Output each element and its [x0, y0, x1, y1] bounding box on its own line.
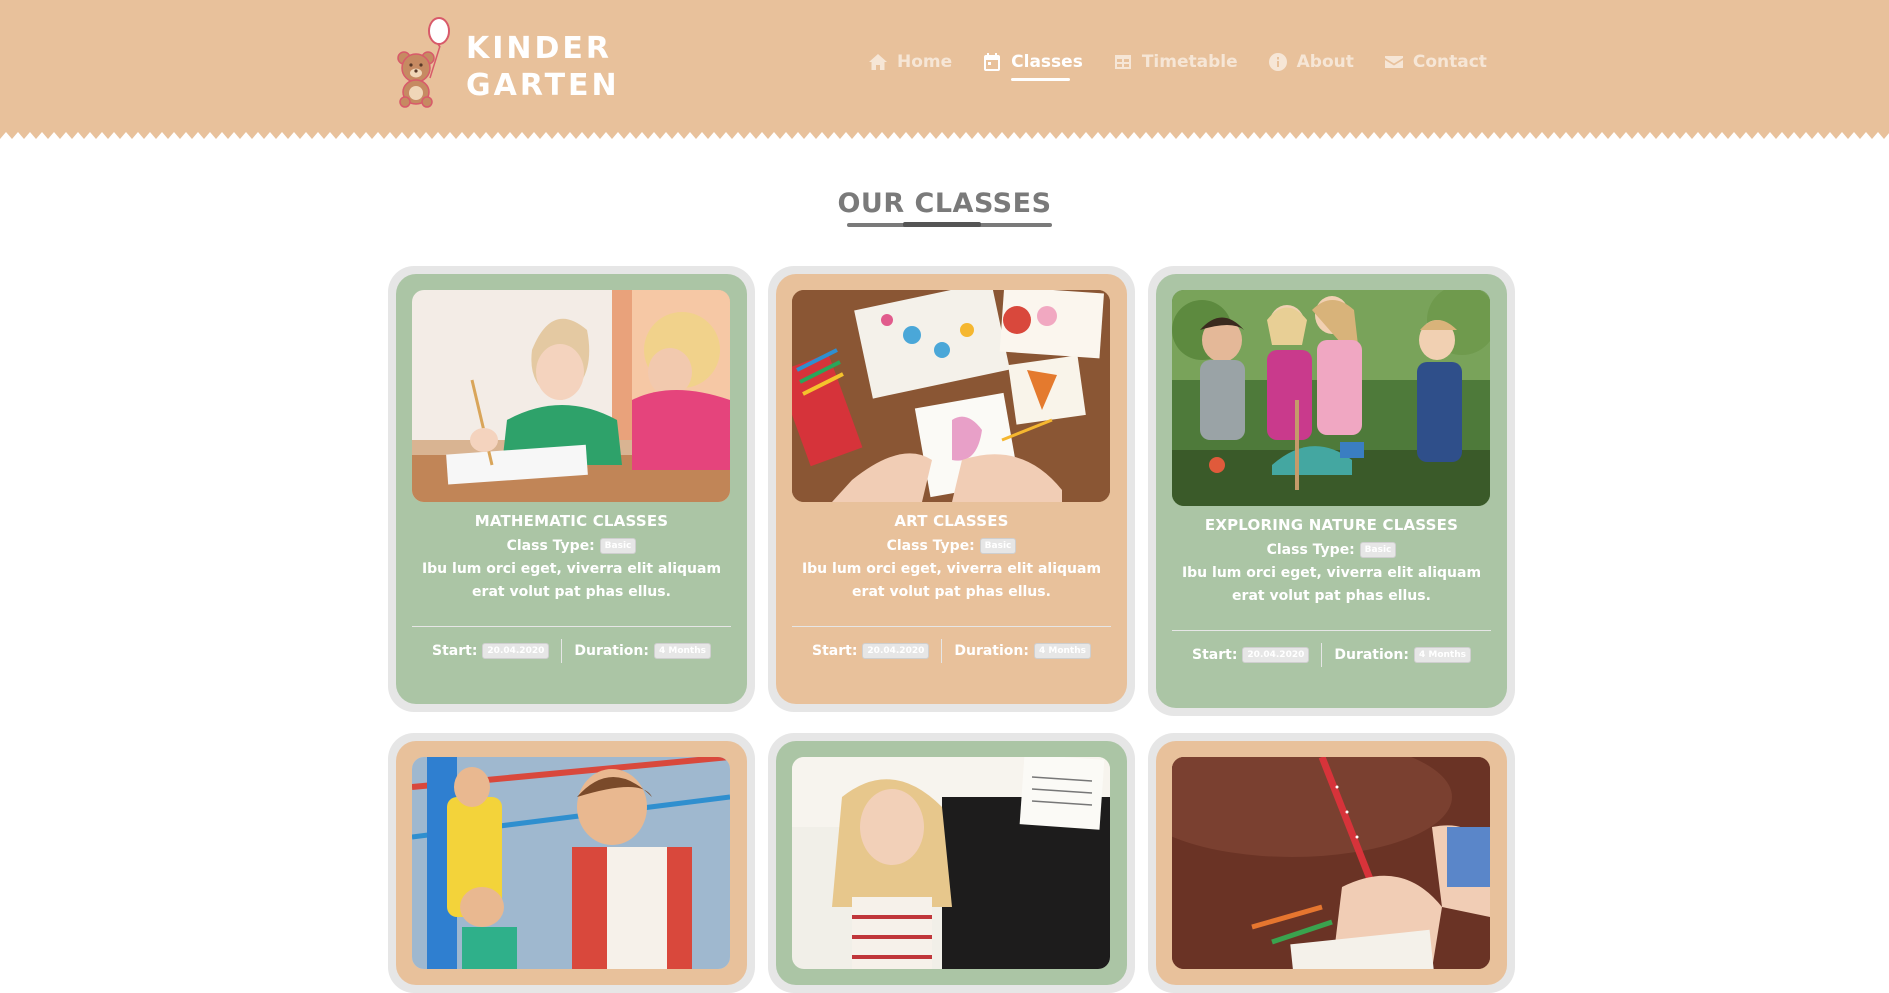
start-badge: 20.04.2020: [1242, 647, 1310, 663]
meta-separator: [1321, 643, 1323, 667]
page-title-text: OUR CLASSES: [837, 188, 1052, 219]
photo-girl-drawing-with-mother: [412, 290, 730, 502]
class-type-row: Class Type: Basic: [1172, 542, 1491, 558]
start-badge: 20.04.2020: [862, 643, 930, 659]
title-underline-accent: [903, 222, 982, 227]
photo-child-writing: [1172, 757, 1490, 969]
teddy-bear-balloon-icon: [397, 17, 450, 108]
duration-group: Duration: 4 Months: [1334, 647, 1471, 663]
duration-badge: 4 Months: [1413, 647, 1471, 663]
class-type-label: Class Type:: [506, 538, 595, 554]
card-title: MATHEMATIC CLASSES: [474, 512, 669, 530]
class-type-row: Class Type: Basic: [792, 538, 1111, 554]
card-meta: Start: 20.04.2020 Duration: 4 Months: [412, 639, 731, 663]
card-body: ART CLASSES Class Type: Basic Ibu lum or…: [776, 274, 1127, 704]
photo-child-coloring: [792, 290, 1110, 502]
calendar-icon: [984, 53, 1001, 71]
card-divider: [792, 626, 1111, 627]
start-label: Start:: [432, 643, 478, 659]
start-group: Start: 20.04.2020: [432, 643, 550, 659]
photo-girl-piano: [792, 757, 1110, 969]
class-card-4[interactable]: [388, 733, 755, 993]
class-photo-art: [792, 290, 1110, 502]
main-nav: Home Classes Timetable About Contact: [868, 48, 1487, 81]
meta-separator: [941, 639, 943, 663]
brand-name[interactable]: KINDER GARTEN: [466, 30, 620, 104]
class-type-badge: Basic: [599, 538, 637, 554]
class-photo-writing: [1172, 757, 1490, 969]
nav-classes[interactable]: Classes: [982, 52, 1083, 81]
nav-about-label: About: [1296, 52, 1354, 72]
class-card-art[interactable]: ART CLASSES Class Type: Basic Ibu lum or…: [768, 266, 1135, 712]
envelope-icon: [1384, 56, 1403, 68]
card-description: Ibu lum orci eget, viverra elit aliquam …: [1181, 565, 1482, 604]
class-type-badge: Basic: [979, 538, 1017, 554]
photo-children-gardening: [1172, 290, 1490, 506]
brand-line-1: KINDER: [466, 31, 613, 66]
site-header: KINDER GARTEN Home Classes Timetable Abo…: [0, 0, 1889, 146]
photo-kids-playground: [412, 757, 730, 969]
nav-contact-label: Contact: [1412, 52, 1487, 72]
home-icon: [869, 54, 887, 70]
class-photo-playground: [412, 757, 730, 969]
nav-contact[interactable]: Contact: [1384, 52, 1487, 72]
card-body: EXPLORING NATURE CLASSES Class Type: Bas…: [1156, 274, 1507, 708]
nav-classes-label: Classes: [1011, 52, 1083, 72]
card-body: [396, 741, 747, 985]
card-title: EXPLORING NATURE CLASSES: [1204, 516, 1459, 534]
table-icon: [1114, 55, 1131, 69]
class-card-nature[interactable]: EXPLORING NATURE CLASSES Class Type: Bas…: [1148, 266, 1515, 716]
header-zigzag-edge: [0, 132, 1889, 146]
duration-group: Duration: 4 Months: [574, 643, 711, 659]
class-type-badge: Basic: [1359, 542, 1397, 558]
start-label: Start:: [812, 643, 858, 659]
class-photo-math: [412, 290, 730, 502]
class-type-label: Class Type:: [886, 538, 975, 554]
card-title: ART CLASSES: [894, 512, 1009, 530]
card-description: Ibu lum orci eget, viverra elit aliquam …: [421, 561, 722, 600]
nav-home-label: Home: [897, 52, 953, 72]
start-label: Start:: [1192, 647, 1238, 663]
page-title: OUR CLASSES: [837, 188, 1052, 227]
duration-label: Duration:: [954, 643, 1029, 659]
card-meta: Start: 20.04.2020 Duration: 4 Months: [792, 639, 1111, 663]
nav-timetable[interactable]: Timetable: [1113, 52, 1238, 72]
card-meta: Start: 20.04.2020 Duration: 4 Months: [1172, 643, 1491, 667]
class-photo-piano: [792, 757, 1110, 969]
class-type-label: Class Type:: [1266, 542, 1355, 558]
start-badge: 20.04.2020: [482, 643, 550, 659]
class-card-mathematic[interactable]: MATHEMATIC CLASSES Class Type: Basic Ibu…: [388, 266, 755, 712]
nav-timetable-label: Timetable: [1141, 52, 1238, 72]
card-body: [776, 741, 1127, 985]
duration-badge: 4 Months: [1033, 643, 1091, 659]
class-card-5[interactable]: [768, 733, 1135, 993]
brand-line-2: GARTEN: [466, 68, 620, 103]
section-heading: OUR CLASSES: [0, 188, 1889, 227]
card-body: MATHEMATIC CLASSES Class Type: Basic Ibu…: [396, 274, 747, 704]
duration-group: Duration: 4 Months: [954, 643, 1091, 659]
class-type-row: Class Type: Basic: [412, 538, 731, 554]
info-icon: [1268, 53, 1287, 71]
start-group: Start: 20.04.2020: [812, 643, 930, 659]
meta-separator: [561, 639, 563, 663]
class-card-6[interactable]: [1148, 733, 1515, 993]
card-body: [1156, 741, 1507, 985]
class-photo-nature: [1172, 290, 1490, 506]
duration-label: Duration:: [1334, 647, 1409, 663]
nav-about[interactable]: About: [1268, 52, 1354, 72]
card-description: Ibu lum orci eget, viverra elit aliquam …: [801, 561, 1102, 600]
card-divider: [412, 626, 731, 627]
card-divider: [1172, 630, 1491, 631]
duration-badge: 4 Months: [653, 643, 711, 659]
duration-label: Duration:: [574, 643, 649, 659]
nav-home[interactable]: Home: [868, 52, 952, 72]
start-group: Start: 20.04.2020: [1192, 647, 1310, 663]
